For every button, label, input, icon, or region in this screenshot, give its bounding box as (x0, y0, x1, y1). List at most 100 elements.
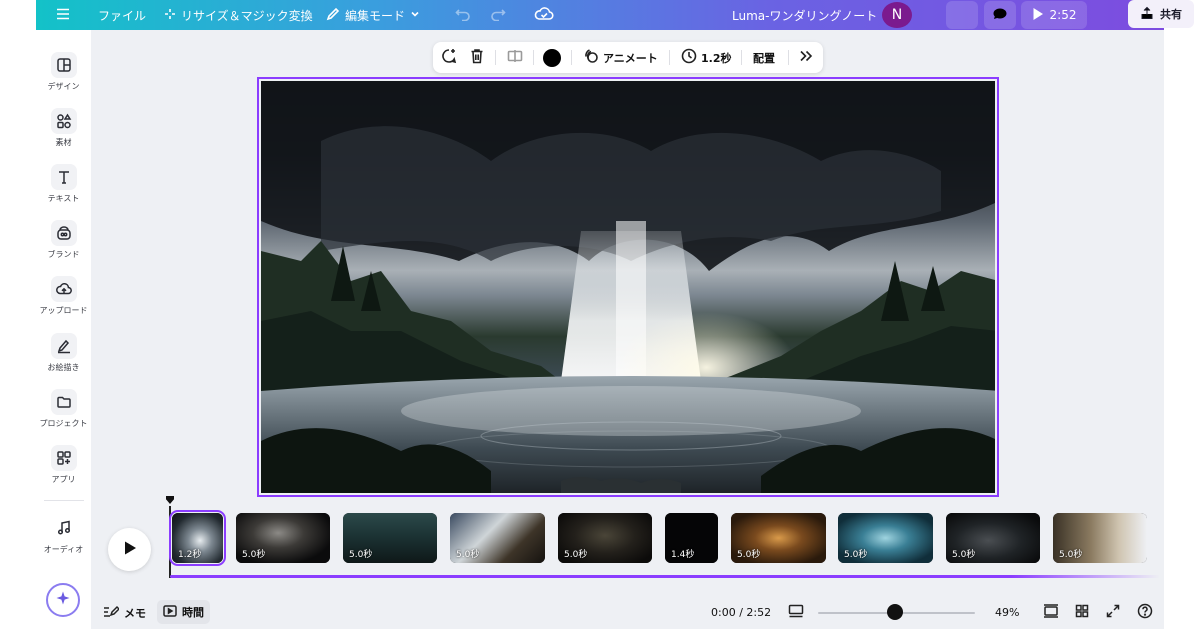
avatar-initial: N (891, 7, 903, 23)
timeline-clip-4[interactable]: 5.0秒 (450, 513, 545, 563)
file-menu[interactable]: ファイル (98, 0, 146, 30)
hamburger-icon (56, 8, 70, 23)
animate-label: アニメート (603, 51, 658, 65)
flip-icon (507, 49, 523, 66)
page-view-icon (788, 604, 804, 621)
timeline-clip-5[interactable]: 5.0秒 (558, 513, 652, 563)
toolbar-divider (741, 50, 742, 65)
comments-button[interactable] (984, 1, 1016, 29)
timeline-toggle-label: 時間 (182, 606, 204, 619)
color-swatch-button[interactable] (543, 42, 561, 73)
top-bar: ファイル リサイズ＆マジック変換 編集モード Luma-ワンダリングノート N (36, 0, 1194, 30)
document-title[interactable]: Luma-ワンダリングノート (732, 0, 877, 30)
chevron-down-icon (410, 8, 420, 22)
undo-button[interactable] (455, 0, 471, 30)
menu-button[interactable] (56, 0, 70, 30)
playhead-line[interactable] (169, 506, 171, 578)
animate-button[interactable]: アニメート (583, 42, 658, 73)
zoom-slider-knob[interactable] (886, 604, 903, 620)
clip-duration: 5.0秒 (844, 550, 868, 560)
timeline-clip-6[interactable]: 1.4秒 (665, 513, 718, 563)
arrange-button[interactable]: 配置 (753, 42, 775, 73)
timeline-play-icon (163, 604, 177, 620)
brand-icon (50, 220, 77, 246)
folder-icon (50, 389, 77, 415)
timeline-progress-track[interactable] (170, 575, 1160, 578)
sidebar-item-draw[interactable]: お絵描き (36, 333, 91, 373)
notes-button[interactable]: メモ (103, 596, 146, 629)
upload-cloud-icon (50, 276, 77, 302)
sidebar-item-label: プロジェクト (39, 419, 88, 428)
avatar[interactable]: N (882, 2, 912, 28)
cloud-check-icon (534, 6, 554, 25)
sidebar-item-label: アップロード (39, 306, 88, 315)
apps-grid-icon (50, 445, 77, 471)
bar-chart-icon (954, 7, 970, 24)
insights-button[interactable] (946, 1, 978, 29)
present-play-button[interactable]: 2:52 (1021, 1, 1087, 29)
timeline-clip-7[interactable]: 5.0秒 (731, 513, 826, 563)
timeline-play-button[interactable] (108, 528, 151, 571)
left-gutter (0, 0, 36, 629)
add-collaborator-button[interactable] (910, 1, 938, 29)
sidebar-item-label: テキスト (47, 194, 80, 203)
share-button[interactable]: 共有 (1128, 0, 1194, 28)
edit-mode-dropdown[interactable]: 編集モード (326, 0, 420, 30)
sidebar-item-label: ブランド (47, 250, 80, 259)
help-button[interactable] (1137, 596, 1153, 629)
pencil-icon (326, 7, 340, 24)
design-canvas[interactable] (257, 77, 999, 497)
expand-arrows-icon (1106, 604, 1120, 621)
clip-duration: 5.0秒 (456, 550, 480, 560)
sidebar-item-design[interactable]: デザイン (36, 52, 91, 92)
plus-icon (918, 8, 930, 23)
add-comment-button[interactable] (441, 42, 457, 73)
sidebar-item-audio[interactable]: オーディオ (36, 515, 91, 555)
timeline-clip-3[interactable]: 5.0秒 (343, 513, 437, 563)
timecode-display: 0:00 / 2:52 (711, 596, 771, 629)
grid-view-button[interactable] (1075, 596, 1089, 629)
toolbar-divider (571, 50, 572, 65)
comment-add-icon (441, 48, 457, 67)
fit-view-button[interactable] (1043, 596, 1059, 629)
delete-button[interactable] (470, 42, 484, 73)
edit-mode-label: 編集モード (345, 8, 406, 23)
timeline-toggle-button[interactable]: 時間 (157, 600, 210, 624)
flip-button[interactable] (507, 42, 523, 73)
design-layout-icon (50, 52, 77, 78)
more-tools-button[interactable] (799, 42, 813, 73)
sidebar-item-elements[interactable]: 素材 (36, 108, 91, 148)
question-mark-icon (1137, 603, 1153, 622)
sidebar-item-brand[interactable]: ブランド (36, 220, 91, 260)
toolbar-divider (533, 50, 534, 65)
save-status[interactable] (534, 0, 554, 30)
sidebar-item-projects[interactable]: プロジェクト (36, 389, 91, 429)
clip-duration: 5.0秒 (737, 550, 761, 560)
play-triangle-icon (123, 540, 137, 560)
timeline-clip-9[interactable]: 5.0秒 (946, 513, 1040, 563)
timeline-clip-10[interactable]: 5.0秒 (1053, 513, 1147, 563)
redo-button[interactable] (490, 0, 506, 30)
toolbar-divider (495, 50, 496, 65)
magic-assistant-button[interactable] (46, 583, 80, 617)
trash-icon (470, 48, 484, 67)
sidebar-item-text[interactable]: テキスト (36, 164, 91, 204)
grid-view-icon (1075, 604, 1089, 621)
duration-button[interactable]: 1.2秒 (681, 42, 732, 73)
sidebar-item-uploads[interactable]: アップロード (36, 276, 91, 316)
double-chevron-right-icon (799, 50, 813, 65)
resize-magic-button[interactable]: リサイズ＆マジック変換 (164, 0, 313, 30)
zoom-percent[interactable]: 49% (995, 596, 1019, 629)
clip-duration: 1.4秒 (671, 550, 695, 560)
timeline-clip-1[interactable]: 1.2秒 (169, 510, 226, 566)
timeline-clip-8[interactable]: 5.0秒 (838, 513, 933, 563)
sidebar-item-apps[interactable]: アプリ (36, 445, 91, 485)
page-view-button[interactable] (788, 596, 804, 629)
fullscreen-button[interactable] (1106, 596, 1120, 629)
sidebar-divider (44, 500, 84, 501)
timeline-clip-2[interactable]: 5.0秒 (236, 513, 330, 563)
file-menu-label: ファイル (98, 8, 147, 23)
share-upload-icon (1140, 6, 1154, 23)
sidebar-item-label: デザイン (47, 82, 80, 91)
toolbar-divider (669, 50, 670, 65)
